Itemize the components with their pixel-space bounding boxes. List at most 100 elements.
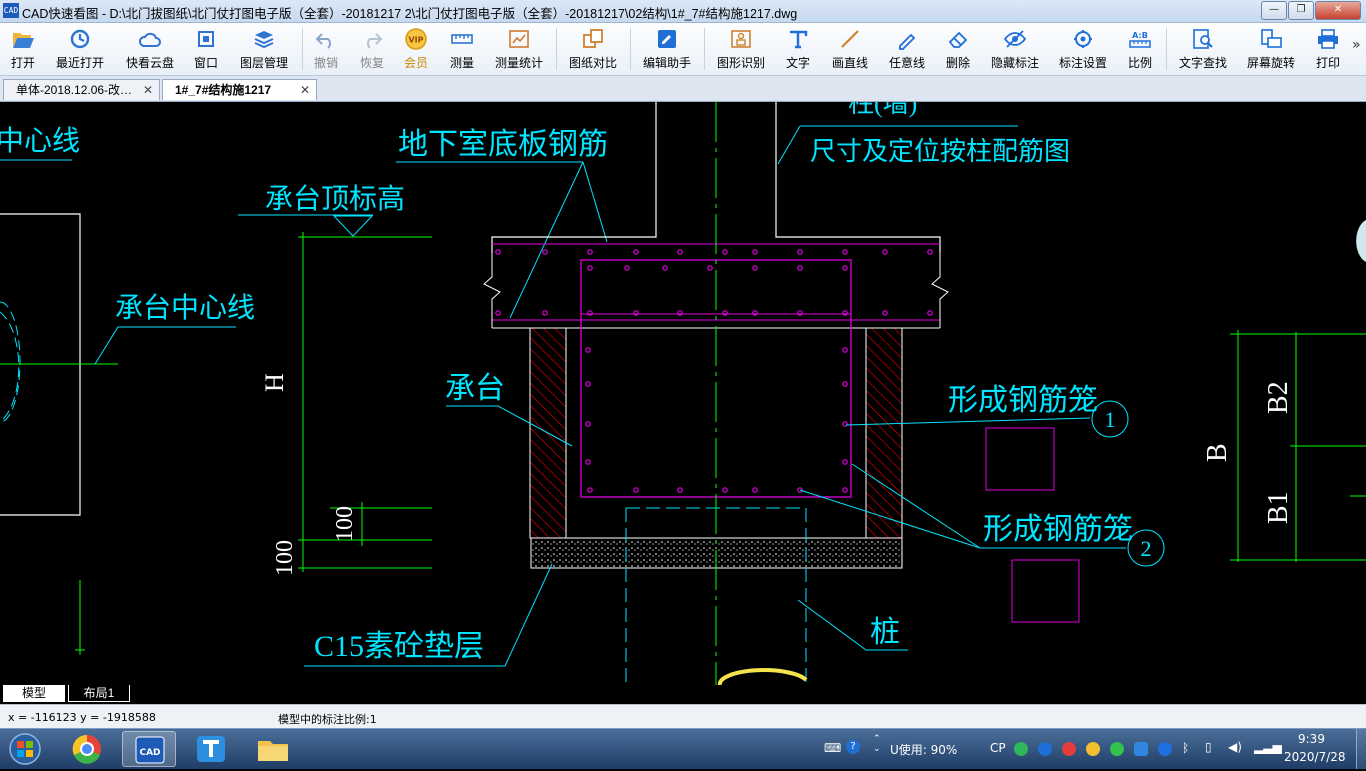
tab-document-1[interactable]: 单体-2018.12.06-改… ✕ (3, 79, 160, 100)
window-button[interactable]: 窗口 (186, 23, 226, 73)
toolbar-label-text-search: 文字查找 (1178, 56, 1227, 70)
rebar-dot (842, 459, 848, 465)
history-icon (70, 29, 90, 49)
minimize-button[interactable]: — (1261, 1, 1287, 20)
toolbar-label-delete: 删除 (945, 56, 970, 70)
dim-b2-label: B2 (1263, 381, 1294, 414)
annotation-settings-button[interactable]: 标注设置 (1052, 23, 1114, 73)
rebar-dot (882, 310, 888, 316)
text-app-taskbar-button[interactable] (184, 731, 238, 767)
ruler-icon (451, 34, 473, 44)
tray-chevrons-icon[interactable]: ⌃ ⌄ (873, 734, 881, 754)
clock-date[interactable]: 2020/7/28 (1284, 750, 1346, 764)
redo-button[interactable]: 恢复 (352, 23, 392, 73)
tray-app-icon[interactable] (1014, 742, 1028, 756)
tray-settings-icon[interactable] (1038, 742, 1052, 756)
text-search-button[interactable]: 文字查找 (1172, 23, 1234, 73)
left-arc-2 (0, 311, 20, 423)
network-signal-icon[interactable]: ▂▃▅ (1254, 740, 1282, 754)
tab-close-icon[interactable]: ✕ (300, 80, 310, 101)
rebar-dot (585, 347, 591, 353)
layer-manager-button[interactable]: 图层管理 (232, 23, 296, 73)
leader-line (509, 161, 584, 319)
cloud-drive-button[interactable]: 快看云盘 (118, 23, 182, 73)
tray-usage[interactable]: U使用: 90% (890, 741, 957, 758)
measure-stats-button[interactable]: 测量统计 (488, 23, 550, 73)
explorer-taskbar-button[interactable] (246, 731, 300, 767)
toolbar-label-layers: 图层管理 (239, 56, 288, 70)
keyboard-icon[interactable]: ⌨ (824, 741, 841, 755)
rebar-dot (495, 249, 501, 255)
cloud-icon (138, 32, 161, 47)
elevation-symbol (332, 215, 374, 237)
hide-annotation-button[interactable]: 隐藏标注 (984, 23, 1046, 73)
scale-button[interactable]: A:B 比例 (1120, 23, 1160, 73)
shape-recognize-button[interactable]: 图形识别 (710, 23, 772, 73)
tab-label: 1#_7#结构施1217 (175, 83, 272, 97)
dim-h-label: H (260, 373, 289, 392)
rebar-dot (585, 381, 591, 387)
tray-shield-icon[interactable] (1134, 742, 1148, 756)
drawing-canvas[interactable]: 中心线 承台顶标高 承台中心线 H 100 100 地下室底板钢筋 柱(墙) 尺… (0, 102, 1366, 685)
rebar-dot (842, 265, 848, 271)
redo-icon (367, 33, 383, 49)
toolbar-label-window: 窗口 (193, 56, 218, 70)
tab-document-2[interactable]: 1#_7#结构施1217 ✕ (162, 79, 317, 100)
rebar-dot (633, 249, 639, 255)
rebar-dot (624, 265, 630, 271)
cad-viewer-icon: CAD (135, 736, 165, 764)
vip-button[interactable]: VIP 会员 (396, 23, 436, 73)
title-bar: CAD CAD快速看图 - D:\北门拔图纸\北门仗打图电子版（全套）-2018… (0, 0, 1366, 23)
rebar-dot (587, 249, 593, 255)
cad-viewer-taskbar-button[interactable]: CAD (122, 731, 176, 767)
line-icon (841, 30, 859, 48)
dim-100-b-label: 100 (272, 540, 298, 576)
bluetooth-icon[interactable]: ᛒ (1182, 741, 1189, 755)
undo-button[interactable]: 撤销 (306, 23, 346, 73)
text-button[interactable]: 文字 (778, 23, 818, 73)
tray-weibo-icon[interactable] (1062, 742, 1076, 756)
close-button[interactable]: ✕ (1315, 1, 1361, 20)
rotate-screen-button[interactable]: 屏幕旋转 (1240, 23, 1302, 73)
toolbar-more-button[interactable]: » (1352, 37, 1361, 53)
freehand-button[interactable]: 任意线 (882, 23, 932, 73)
compare-icon (583, 29, 603, 48)
rebar-dot (587, 310, 593, 316)
tab-layout1[interactable]: 布局1 (68, 685, 130, 702)
chrome-taskbar-button[interactable] (60, 731, 114, 767)
volume-icon[interactable]: ◀) (1228, 740, 1242, 754)
tab-close-icon[interactable]: ✕ (143, 80, 153, 101)
vip-badge-text: VIP (408, 36, 423, 45)
edit-assistant-button[interactable]: 编辑助手 (636, 23, 698, 73)
cage-2-label: 形成钢筋笼 (983, 513, 1133, 546)
draw-line-button[interactable]: 画直线 (826, 23, 874, 73)
start-orb-icon[interactable] (4, 732, 46, 766)
print-button[interactable]: 打印 (1308, 23, 1348, 73)
battery-icon[interactable]: ▯ (1205, 740, 1212, 754)
callout-1-label: 1 (1105, 407, 1116, 432)
rotate-screen-icon (1261, 29, 1282, 48)
recent-open-button[interactable]: 最近打开 (50, 23, 110, 73)
toolbar-label-print: 打印 (1315, 56, 1340, 70)
undo-icon (315, 33, 331, 49)
cage-2-section (1011, 559, 1080, 623)
measure-button[interactable]: 测量 (442, 23, 482, 73)
tray-browser-icon[interactable] (1158, 742, 1172, 756)
clock-time[interactable]: 9:39 (1298, 732, 1325, 746)
rebar-dot (677, 310, 683, 316)
rebar-dot (797, 265, 803, 271)
tray-wechat-icon[interactable] (1110, 742, 1124, 756)
show-desktop-button[interactable] (1356, 729, 1366, 769)
help-icon[interactable]: ? (846, 740, 860, 754)
drawing-compare-button[interactable]: 图纸对比 (562, 23, 624, 73)
floating-side-widget[interactable] (1356, 220, 1366, 262)
maximize-button[interactable]: ❐ (1288, 1, 1314, 20)
tray-ime[interactable]: CP (990, 741, 1006, 755)
eraser-icon (948, 31, 968, 48)
toolbar-label-shape-recognize: 图形识别 (716, 56, 765, 70)
tab-model[interactable]: 模型 (3, 685, 65, 702)
delete-button[interactable]: 删除 (938, 23, 978, 73)
open-button[interactable]: 打开 (0, 23, 46, 73)
tray-qq-icon[interactable] (1086, 742, 1100, 756)
rebar-dot (842, 347, 848, 353)
